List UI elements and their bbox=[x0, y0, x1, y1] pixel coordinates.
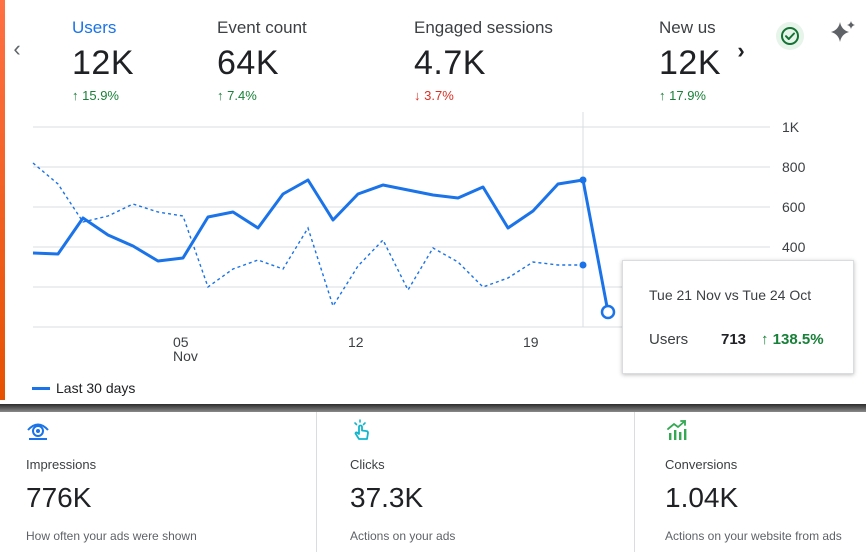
arrow-up-icon: ↑ bbox=[659, 88, 666, 103]
x-tick-sublabel: Nov bbox=[173, 348, 198, 364]
metric-label: New us bbox=[659, 18, 716, 37]
chart-tooltip: Tue 21 Nov vs Tue 24 Oct Users 713 ↑ 138… bbox=[622, 260, 854, 374]
metric-value: 12K bbox=[72, 44, 134, 82]
metric-change: ↑ 15.9% bbox=[72, 88, 119, 103]
tap-icon bbox=[354, 419, 369, 440]
metric-users[interactable]: Users 12K ↑ 15.9% bbox=[72, 18, 134, 103]
card-label: Impressions bbox=[26, 457, 97, 472]
tooltip-metric: Users bbox=[649, 331, 689, 348]
metric-change: ↓ 3.7% bbox=[414, 88, 454, 103]
x-tick-label: 12 bbox=[348, 334, 364, 350]
card-description: Actions on your ads bbox=[350, 529, 456, 543]
metric-event-count[interactable]: Event count 64K ↑ 7.4% bbox=[217, 18, 307, 103]
metric-change: ↑ 17.9% bbox=[659, 88, 706, 103]
hover-point-previous bbox=[579, 261, 587, 269]
tooltip-title: Tue 21 Nov vs Tue 24 Oct bbox=[649, 287, 812, 303]
tooltip-value: 713 bbox=[721, 331, 747, 348]
last-point-marker bbox=[600, 304, 616, 320]
metric-label: Engaged sessions bbox=[414, 18, 553, 37]
legend-label: Last 30 days bbox=[56, 380, 136, 396]
metric-value: 64K bbox=[217, 44, 279, 82]
y-tick-label: 600 bbox=[782, 199, 806, 215]
metric-new-users[interactable]: New us 12K ↑ 17.9% bbox=[659, 18, 721, 103]
y-tick-label: 400 bbox=[782, 239, 806, 255]
card-description: How often your ads were shown bbox=[26, 529, 197, 543]
arrow-up-icon: ↑ bbox=[217, 88, 224, 103]
metric-engaged-sessions[interactable]: Engaged sessions 4.7K ↓ 3.7% bbox=[414, 18, 553, 103]
check-circle-icon[interactable] bbox=[776, 22, 804, 50]
chart-series bbox=[32, 162, 616, 320]
x-tick-label: 19 bbox=[523, 334, 539, 350]
y-axis-ticks: 1K 800 600 400 bbox=[782, 119, 806, 255]
chevron-right-icon[interactable]: › bbox=[730, 40, 752, 62]
metric-label: Event count bbox=[217, 18, 307, 37]
sparkle-icon[interactable] bbox=[826, 18, 858, 50]
section-divider bbox=[0, 404, 866, 412]
card-impressions[interactable]: Impressions 776K How often your ads were… bbox=[26, 412, 316, 552]
series-current-line bbox=[32, 178, 610, 313]
tooltip-change: ↑ 138.5% bbox=[761, 331, 824, 348]
y-tick-label: 1K bbox=[782, 119, 800, 135]
card-value: 37.3K bbox=[350, 482, 424, 513]
card-clicks[interactable]: Clicks 37.3K Actions on your ads bbox=[316, 412, 634, 552]
legend-swatch bbox=[32, 386, 50, 390]
metric-label: Users bbox=[72, 18, 117, 37]
card-value: 776K bbox=[26, 482, 92, 513]
chevron-left-icon[interactable]: ‹ bbox=[6, 38, 28, 60]
hover-point-current bbox=[579, 176, 587, 184]
card-description: Actions on your website from ads bbox=[665, 529, 842, 543]
trending-chart-icon bbox=[667, 420, 687, 440]
y-tick-label: 800 bbox=[782, 159, 806, 175]
metric-change: ↑ 7.4% bbox=[217, 88, 257, 103]
card-value: 1.04K bbox=[665, 482, 739, 513]
card-label: Conversions bbox=[665, 457, 738, 472]
card-conversions[interactable]: Conversions 1.04K Actions on your websit… bbox=[634, 412, 866, 552]
metric-value: 4.7K bbox=[414, 44, 486, 82]
series-previous-line bbox=[32, 162, 583, 308]
chart-legend[interactable]: Last 30 days bbox=[32, 380, 135, 396]
card-label: Clicks bbox=[350, 457, 385, 472]
metric-value: 12K bbox=[659, 44, 721, 82]
arrow-down-icon: ↓ bbox=[414, 88, 421, 103]
x-axis-ticks: 05 12 19Nov bbox=[173, 334, 539, 364]
eye-icon bbox=[27, 423, 49, 440]
arrow-up-icon: ↑ bbox=[72, 88, 79, 103]
